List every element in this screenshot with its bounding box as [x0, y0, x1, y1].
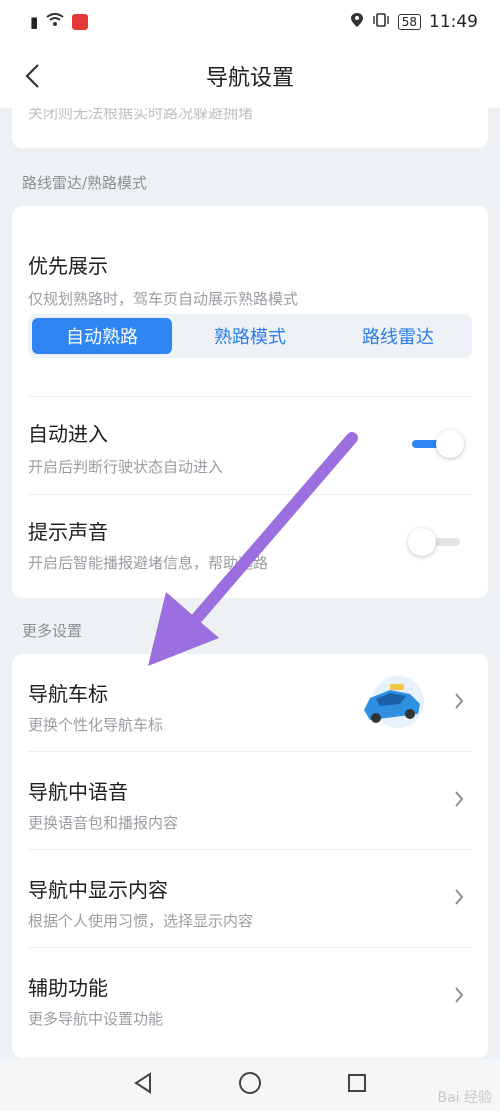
wifi-icon: [46, 12, 64, 32]
traffic-avoid-subtitle: 关闭则无法根据实时路况躲避拥堵: [28, 108, 254, 122]
battery-indicator: 58: [397, 14, 421, 30]
auto-enter-toggle[interactable]: [408, 428, 464, 460]
status-bar: ▮ 58 11:49: [0, 0, 500, 44]
list-item-car-icon[interactable]: 导航车标 更换个性化导航车标: [12, 654, 488, 752]
toggle-knob: [436, 430, 464, 458]
list-item-display-content[interactable]: 导航中显示内容 根据个人使用习惯，选择显示内容: [12, 850, 488, 948]
section-label-route-radar: 路线雷达/熟路模式: [22, 174, 148, 192]
auto-enter-title: 自动进入: [28, 422, 108, 446]
segment-auto-familiar[interactable]: 自动熟路: [32, 318, 172, 354]
segment-familiar-mode[interactable]: 熟路模式: [180, 318, 320, 354]
list-item-title: 辅助功能: [28, 976, 108, 1000]
status-left: ▮: [30, 12, 89, 32]
priority-display-subtitle: 仅规划熟路时，驾车页自动展示熟路模式: [28, 290, 299, 308]
sound-prompt-subtitle: 开启后智能播报避堵信息，帮助选路: [28, 554, 269, 572]
list-item-title: 导航中语音: [28, 780, 128, 804]
back-triangle-icon[interactable]: [132, 1072, 154, 1098]
segment-route-radar[interactable]: 路线雷达: [328, 318, 468, 354]
sound-prompt-title: 提示声音: [28, 520, 108, 544]
list-item-subtitle: 根据个人使用习惯，选择显示内容: [28, 912, 254, 930]
chevron-right-icon: [454, 888, 464, 910]
divider: [28, 494, 472, 495]
list-item-title: 导航车标: [28, 682, 108, 706]
back-chevron-icon[interactable]: [14, 56, 50, 96]
chevron-right-icon: [454, 986, 464, 1008]
nav-header: 导航设置: [0, 44, 500, 108]
chevron-right-icon: [454, 692, 464, 714]
list-item-assist[interactable]: 辅助功能 更多导航中设置功能: [12, 948, 488, 1046]
list-item-subtitle: 更换个性化导航车标: [28, 716, 164, 734]
list-item-title: 导航中显示内容: [28, 878, 168, 902]
car-icon-image: [356, 672, 428, 732]
traffic-avoid-card: 关闭则无法根据实时路况躲避拥堵: [12, 108, 488, 148]
status-right: 58 11:49: [350, 12, 478, 33]
home-circle-icon[interactable]: [238, 1071, 262, 1099]
sound-prompt-toggle[interactable]: [408, 526, 464, 558]
route-radar-card: 优先展示 仅规划熟路时，驾车页自动展示熟路模式 自动熟路 熟路模式 路线雷达 自…: [12, 206, 488, 598]
watermark: Bai 经验: [437, 1090, 492, 1106]
list-item-voice[interactable]: 导航中语音 更换语音包和播报内容: [12, 752, 488, 850]
clock: 11:49: [429, 12, 478, 32]
more-settings-card: 导航车标 更换个性化导航车标 导航中语音 更换语音包和播报内容 导航中显示内容 …: [12, 654, 488, 1058]
priority-segmented-control: 自动熟路 熟路模式 路线雷达: [28, 314, 472, 358]
location-icon: [350, 12, 364, 33]
list-item-subtitle: 更多导航中设置功能: [28, 1010, 164, 1028]
notification-icon: ▮: [30, 13, 39, 31]
toggle-knob: [408, 528, 436, 556]
priority-display-title: 优先展示: [28, 254, 108, 278]
chevron-right-icon: [454, 790, 464, 812]
system-nav-bar: [0, 1059, 500, 1111]
list-item-subtitle: 更换语音包和播报内容: [28, 814, 179, 832]
recents-square-icon[interactable]: [346, 1072, 368, 1098]
page-title: 导航设置: [205, 66, 294, 91]
vibrate-icon: [372, 12, 390, 32]
divider: [28, 396, 472, 397]
auto-enter-subtitle: 开启后判断行驶状态自动进入: [28, 458, 224, 476]
section-label-more: 更多设置: [22, 622, 83, 640]
recorder-icon: [72, 14, 89, 30]
